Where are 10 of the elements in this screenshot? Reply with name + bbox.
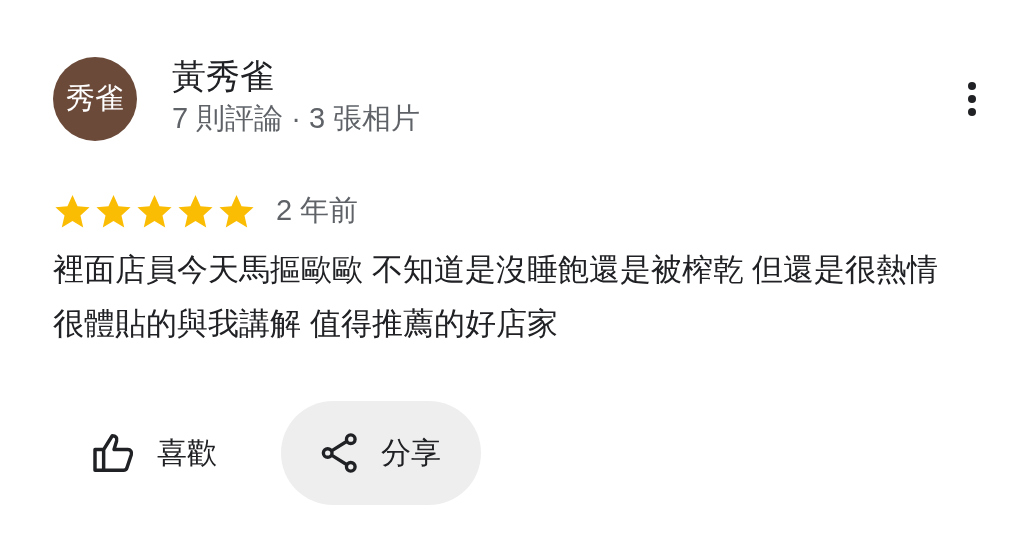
share-icon [321, 433, 359, 473]
thumbs-up-icon [93, 434, 135, 472]
reviewer-stats: 7 則評論 · 3 張相片 [172, 101, 422, 136]
share-button[interactable]: 分享 [281, 401, 481, 505]
more-options-icon[interactable] [966, 81, 978, 117]
avatar[interactable]: 秀雀 [53, 57, 137, 141]
review-text: 裡面店員今天馬摳歐歐 不知道是沒睡飽還是被榨乾 但還是很熱情很體貼的與我講解 值得推薦的好店家 [53, 251, 940, 343]
like-button[interactable]: 喜歡 [53, 401, 257, 505]
review-time: 2 年前 [276, 193, 359, 228]
reviewer-name[interactable]: 黃秀雀 [172, 54, 966, 98]
